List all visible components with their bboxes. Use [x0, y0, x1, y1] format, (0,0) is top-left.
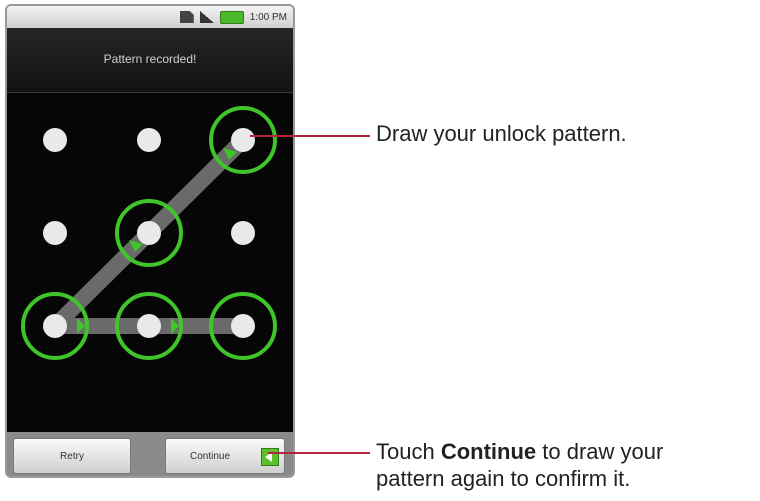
callout-continue: Touch Continue to draw your pattern agai… [376, 438, 663, 492]
callout-line-draw [250, 135, 370, 137]
button-bar: Retry Continue [7, 432, 293, 476]
continue-arrow-icon [261, 448, 279, 466]
pattern-dot-5[interactable] [137, 221, 161, 245]
continue-button[interactable]: Continue [165, 438, 285, 474]
callout-continue-line2: pattern again to confirm it. [376, 466, 631, 491]
pattern-dot-1[interactable] [43, 128, 67, 152]
callout-continue-prefix: Touch [376, 439, 441, 464]
battery-icon [219, 10, 244, 24]
pattern-dot-4[interactable] [43, 221, 67, 245]
callout-draw: Draw your unlock pattern. [376, 121, 627, 146]
pattern-dot-9[interactable] [231, 314, 255, 338]
signal-icon [199, 11, 214, 23]
callout-continue-bold: Continue [440, 439, 537, 464]
pattern-dot-3[interactable] [231, 128, 255, 152]
pattern-dot-2[interactable] [137, 128, 161, 152]
unlock-pattern-grid[interactable] [7, 28, 293, 432]
pattern-dot-8[interactable] [137, 314, 161, 338]
pattern-dot-7[interactable] [43, 314, 67, 338]
pattern-dot-6[interactable] [231, 221, 255, 245]
callout-continue-suffix: to draw your [536, 439, 664, 464]
callout-line-continue [268, 452, 370, 454]
status-bar: 1:00 PM [7, 6, 293, 28]
status-time: 1:00 PM [249, 11, 287, 23]
continue-button-label: Continue [189, 450, 231, 462]
sim-card-icon [179, 11, 194, 23]
phone-screen: 1:00 PM Pattern recorded! Retry Continue [5, 4, 295, 478]
retry-button[interactable]: Retry [13, 438, 131, 474]
